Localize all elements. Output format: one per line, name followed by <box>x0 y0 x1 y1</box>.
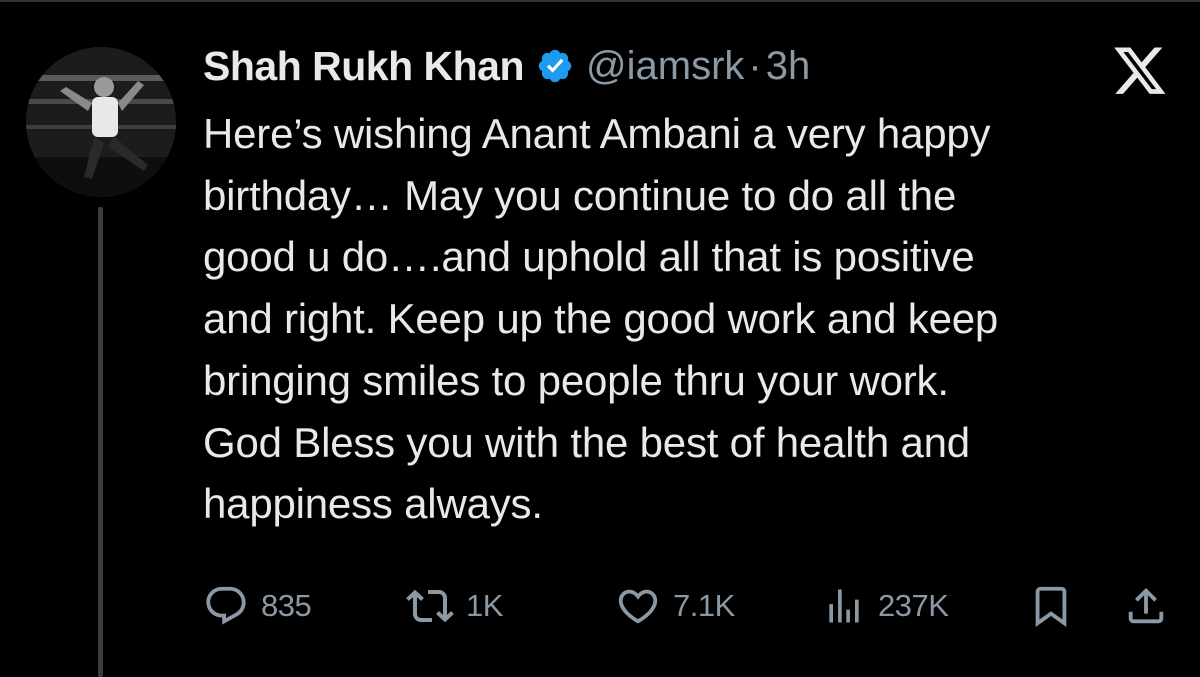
verified-badge-icon <box>536 47 574 85</box>
reply-count: 835 <box>261 588 312 623</box>
share-button[interactable] <box>1123 578 1169 634</box>
like-button[interactable]: 7.1K <box>615 578 735 634</box>
avatar-photo <box>26 47 176 197</box>
reply-icon <box>206 586 246 625</box>
retweet-button[interactable]: 1K <box>406 578 503 634</box>
avatar[interactable] <box>26 47 176 197</box>
bookmark-icon <box>1035 586 1067 627</box>
views-button[interactable]: 237K <box>822 578 949 634</box>
top-divider <box>0 0 1200 2</box>
views-count: 237K <box>878 588 949 623</box>
views-icon <box>829 589 859 623</box>
timestamp[interactable]: 3h <box>766 44 811 89</box>
retweet-count: 1K <box>466 588 503 623</box>
tweet-text: Here’s wishing Anant Ambani a very happy… <box>203 110 999 528</box>
bookmark-button[interactable] <box>1028 578 1074 634</box>
x-logo-icon <box>1112 46 1168 98</box>
author-name[interactable]: Shah Rukh Khan <box>203 43 525 90</box>
heart-icon <box>618 589 658 624</box>
tweet-header: Shah Rukh Khan @iamsrk · 3h <box>203 36 810 96</box>
like-count: 7.1K <box>673 588 735 623</box>
thread-connector-line <box>98 207 103 677</box>
separator-dot: · <box>748 43 762 88</box>
tweet-actions: 835 1K 7.1K 237K <box>203 578 1173 634</box>
author-handle[interactable]: @iamsrk <box>586 44 744 89</box>
reply-button[interactable]: 835 <box>203 578 312 634</box>
retweet-icon <box>406 589 454 623</box>
share-icon <box>1128 587 1164 624</box>
